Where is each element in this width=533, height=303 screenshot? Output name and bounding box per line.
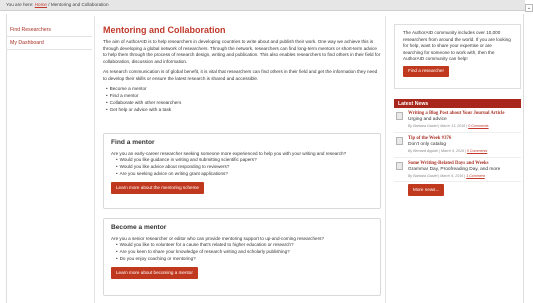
options-list: Become a mentor Find a mentor Collaborat… [103, 86, 381, 113]
list-item: Collaborate with other researchers [106, 100, 381, 107]
find-researcher-button[interactable]: Find a researcher [403, 65, 450, 78]
intro-paragraph-2: As research communication is of global b… [103, 69, 378, 81]
list-item: Get help or advice with a task [106, 107, 381, 114]
list-item: Are you keen to share your knowledge of … [116, 249, 373, 256]
news-meta: By Bernard Appiah | March 9, 2016 | 0 Co… [408, 149, 519, 154]
news-meta: By Barbara Gastel | March 13, 2016 | 0 C… [408, 124, 519, 129]
breadcrumb-prefix: You are here: [6, 2, 34, 7]
sidebar-item-find-researchers[interactable]: Find Researchers [6, 24, 92, 37]
community-box: The AuthorAID community includes over 10… [394, 24, 521, 89]
list-item: Become a mentor [106, 86, 381, 93]
news-byline: By Bernard Appiah | March 9, 2016 | [408, 148, 466, 153]
news-heading: Latest News [394, 99, 521, 108]
news-item: Writing a Blog Post about Your Journal A… [394, 108, 521, 133]
list-item: Would you like guidance in writing and s… [116, 157, 373, 164]
sidebar-nav: Find Researchers My Dashboard [6, 24, 92, 50]
find-mentor-card: Find a mentor Are you an early-career re… [103, 133, 381, 209]
breadcrumb-separator: / [48, 2, 50, 7]
become-mentor-card: Become a mentor Are you a senior researc… [103, 218, 381, 296]
news-comments-link[interactable]: 1 Comment [466, 174, 485, 178]
document-icon [396, 161, 403, 170]
news-item: Tip of the Week #376 Don't only catalog … [394, 133, 521, 158]
document-icon [396, 112, 403, 120]
community-text: The AuthorAID community includes over 10… [403, 30, 511, 62]
list-item: Would you like to volunteer for a cause … [116, 242, 373, 249]
news-byline: By Barbara Gastel | March 6, 2016 | [408, 173, 466, 178]
chevron-down-icon[interactable]: ⌄ [525, 4, 533, 12]
page-title: Mentoring and Collaboration [103, 25, 226, 35]
list-item: Find a mentor [106, 93, 381, 100]
become-mentor-title: Become a mentor [111, 224, 167, 231]
news-comments-link[interactable]: 0 Comments [468, 124, 488, 128]
become-mentor-button[interactable]: Learn more about becoming a mentor [111, 267, 198, 279]
find-mentor-list: Would you like guidance in writing and s… [111, 157, 373, 177]
list-item: Are you seeking advice on writing grant … [116, 171, 373, 178]
news-meta: By Barbara Gastel | March 6, 2016 | 1 Co… [408, 174, 519, 179]
document-icon [396, 136, 403, 145]
main-content: Mentoring and Collaboration The aim of A… [103, 24, 381, 113]
find-mentor-title: Find a mentor [111, 139, 155, 146]
top-bar: You are here: Home / Mentoring and Colla… [0, 0, 525, 11]
breadcrumb-home-link[interactable]: Home [35, 2, 47, 7]
sidebar-item-my-dashboard[interactable]: My Dashboard [6, 37, 92, 50]
breadcrumb-current: Mentoring and Collaboration [50, 2, 109, 7]
divider [385, 16, 386, 303]
news-item: Some Writing-Related Days and Weeks Gram… [394, 158, 521, 183]
mentoring-scheme-button[interactable]: Learn more about the mentoring scheme [111, 182, 204, 194]
divider [94, 16, 95, 303]
latest-news: Latest News Writing a Blog Post about Yo… [394, 99, 521, 196]
list-item: Do you enjoy coaching or mentoring? [116, 256, 373, 263]
breadcrumb: You are here: Home / Mentoring and Colla… [6, 2, 109, 8]
news-comments-link[interactable]: 0 Comments [467, 149, 487, 153]
more-news-button[interactable]: More news... [408, 184, 445, 196]
news-byline: By Barbara Gastel | March 13, 2016 | [408, 123, 468, 128]
intro-paragraph: The aim of AuthorAID is to help research… [103, 39, 381, 64]
list-item: Would you like advice about responding t… [116, 164, 373, 171]
become-mentor-list: Would you like to volunteer for a cause … [111, 242, 373, 262]
